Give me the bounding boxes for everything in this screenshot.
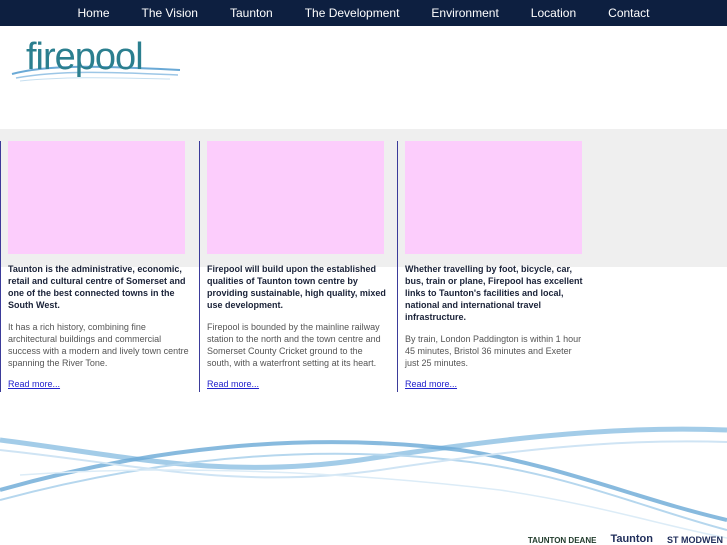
decorative-waves xyxy=(0,426,727,539)
st-modwen-logo: ST MODWEN xyxy=(667,535,723,545)
top-navigation: Home The Vision Taunton The Development … xyxy=(0,0,727,26)
column-body: Firepool is bounded by the mainline rail… xyxy=(207,322,381,368)
nav-taunton[interactable]: Taunton xyxy=(230,6,273,20)
column-body: It has a rich history, combining fine ar… xyxy=(8,322,189,368)
nav-the-vision[interactable]: The Vision xyxy=(142,6,198,20)
nav-contact[interactable]: Contact xyxy=(608,6,649,20)
partner-logos: TAUNTON DEANE Taunton ST MODWEN xyxy=(528,529,723,545)
column-lead: Firepool will build upon the established… xyxy=(207,264,386,310)
photo-placeholder xyxy=(207,141,384,254)
column-body: By train, London Paddington is within 1 … xyxy=(405,334,582,368)
taunton-deane-logo: TAUNTON DEANE xyxy=(527,536,597,545)
column-location: Whether travelling by foot, bicycle, car… xyxy=(397,141,587,392)
column-lead: Taunton is the administrative, economic,… xyxy=(8,264,186,310)
taunton-logo: Taunton xyxy=(610,533,653,545)
read-more-link[interactable]: Read more... xyxy=(8,379,60,392)
logo-wordmark: firepool xyxy=(26,36,144,78)
column-development: Firepool will build upon the established… xyxy=(199,141,389,392)
photo-placeholder xyxy=(8,141,185,254)
read-more-link[interactable]: Read more... xyxy=(405,379,457,392)
photo-placeholder xyxy=(405,141,582,254)
column-lead: Whether travelling by foot, bicycle, car… xyxy=(405,264,583,322)
nav-location[interactable]: Location xyxy=(531,6,576,20)
firepool-logo[interactable]: firepool xyxy=(10,36,185,88)
column-taunton: Taunton is the administrative, economic,… xyxy=(0,141,190,392)
nav-environment[interactable]: Environment xyxy=(431,6,498,20)
nav-the-development[interactable]: The Development xyxy=(305,6,400,20)
nav-home[interactable]: Home xyxy=(77,6,109,20)
read-more-link[interactable]: Read more... xyxy=(207,379,259,392)
